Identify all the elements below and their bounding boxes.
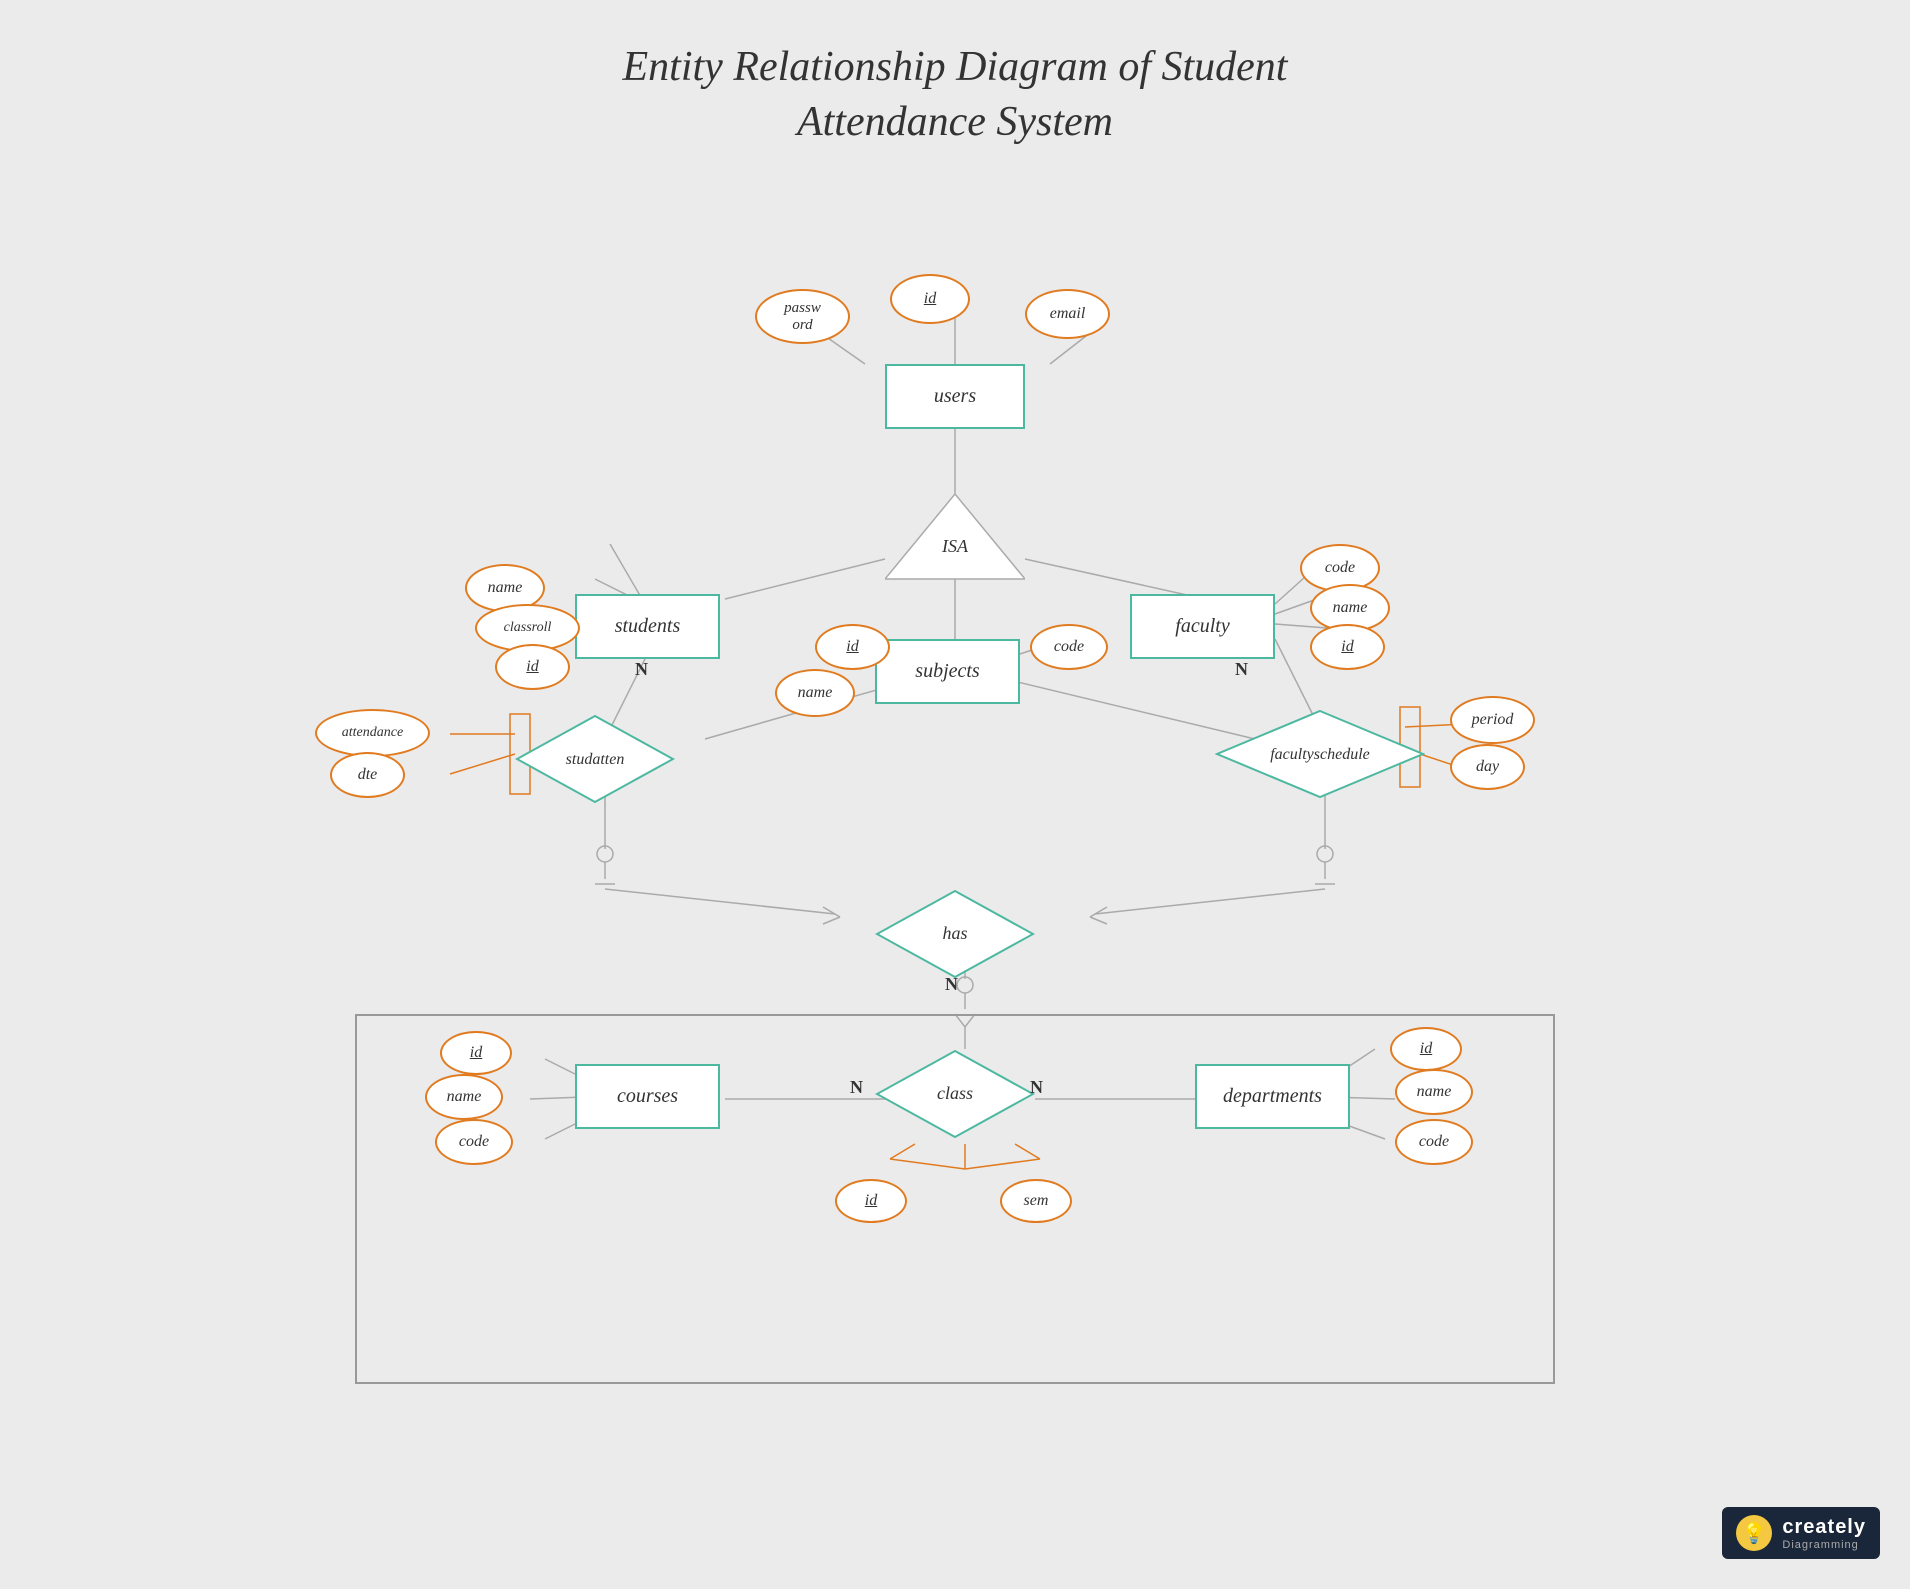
attr-subjects-code: code xyxy=(1030,624,1108,670)
relationship-facultyschedule: facultyschedule xyxy=(1215,709,1425,799)
attr-departments-id: id xyxy=(1390,1027,1462,1071)
logo-name: creately xyxy=(1782,1516,1866,1539)
creately-logo: 💡 creately Diagramming xyxy=(1722,1507,1880,1559)
entity-users: users xyxy=(885,364,1025,429)
attr-departments-code: code xyxy=(1395,1119,1473,1165)
attr-courses-code: code xyxy=(435,1119,513,1165)
diagram-title: Entity Relationship Diagram of Student A… xyxy=(623,40,1288,149)
relationship-has: has xyxy=(875,889,1035,979)
attr-class-id: id xyxy=(835,1179,907,1223)
entity-faculty: faculty xyxy=(1130,594,1275,659)
diagram-area: users ISA students faculty subjects stud… xyxy=(155,169,1755,1519)
attr-courses-id: id xyxy=(440,1031,512,1075)
entity-subjects: subjects xyxy=(875,639,1020,704)
mult-departments-n: N xyxy=(1030,1077,1043,1098)
svg-text:has: has xyxy=(942,923,967,943)
entity-students: students xyxy=(575,594,720,659)
attr-students-id: id xyxy=(495,644,570,690)
svg-text:facultyschedule: facultyschedule xyxy=(1270,746,1370,763)
svg-text:ISA: ISA xyxy=(941,536,969,556)
entity-courses: courses xyxy=(575,1064,720,1129)
mult-has-n: N xyxy=(945,974,958,995)
relationship-studatten: studatten xyxy=(515,714,675,804)
isa-triangle: ISA xyxy=(885,494,1025,584)
logo-bulb-icon: 💡 xyxy=(1736,1515,1772,1551)
svg-text:class: class xyxy=(937,1083,973,1103)
main-container: Entity Relationship Diagram of Student A… xyxy=(0,0,1910,1589)
mult-students-n: N xyxy=(635,659,648,680)
mult-courses-n: N xyxy=(850,1077,863,1098)
attr-users-id: id xyxy=(890,274,970,324)
attr-studatten-dte: dte xyxy=(330,752,405,798)
attr-users-password: password xyxy=(755,289,850,344)
attr-subjects-id: id xyxy=(815,624,890,670)
svg-text:studatten: studatten xyxy=(566,751,625,768)
attr-courses-name: name xyxy=(425,1074,503,1120)
logo-text: creately Diagramming xyxy=(1782,1516,1866,1551)
attr-facultyschedule-day: day xyxy=(1450,744,1525,790)
attr-subjects-name: name xyxy=(775,669,855,717)
relationship-class: class xyxy=(875,1049,1035,1139)
attr-users-email: email xyxy=(1025,289,1110,339)
attr-studatten-attendance: attendance xyxy=(315,709,430,757)
attr-faculty-id: id xyxy=(1310,624,1385,670)
attr-departments-name: name xyxy=(1395,1069,1473,1115)
entity-departments: departments xyxy=(1195,1064,1350,1129)
attr-class-sem: sem xyxy=(1000,1179,1072,1223)
mult-faculty-n: N xyxy=(1235,659,1248,680)
logo-subtitle: Diagramming xyxy=(1782,1539,1866,1551)
attr-facultyschedule-period: period xyxy=(1450,696,1535,744)
